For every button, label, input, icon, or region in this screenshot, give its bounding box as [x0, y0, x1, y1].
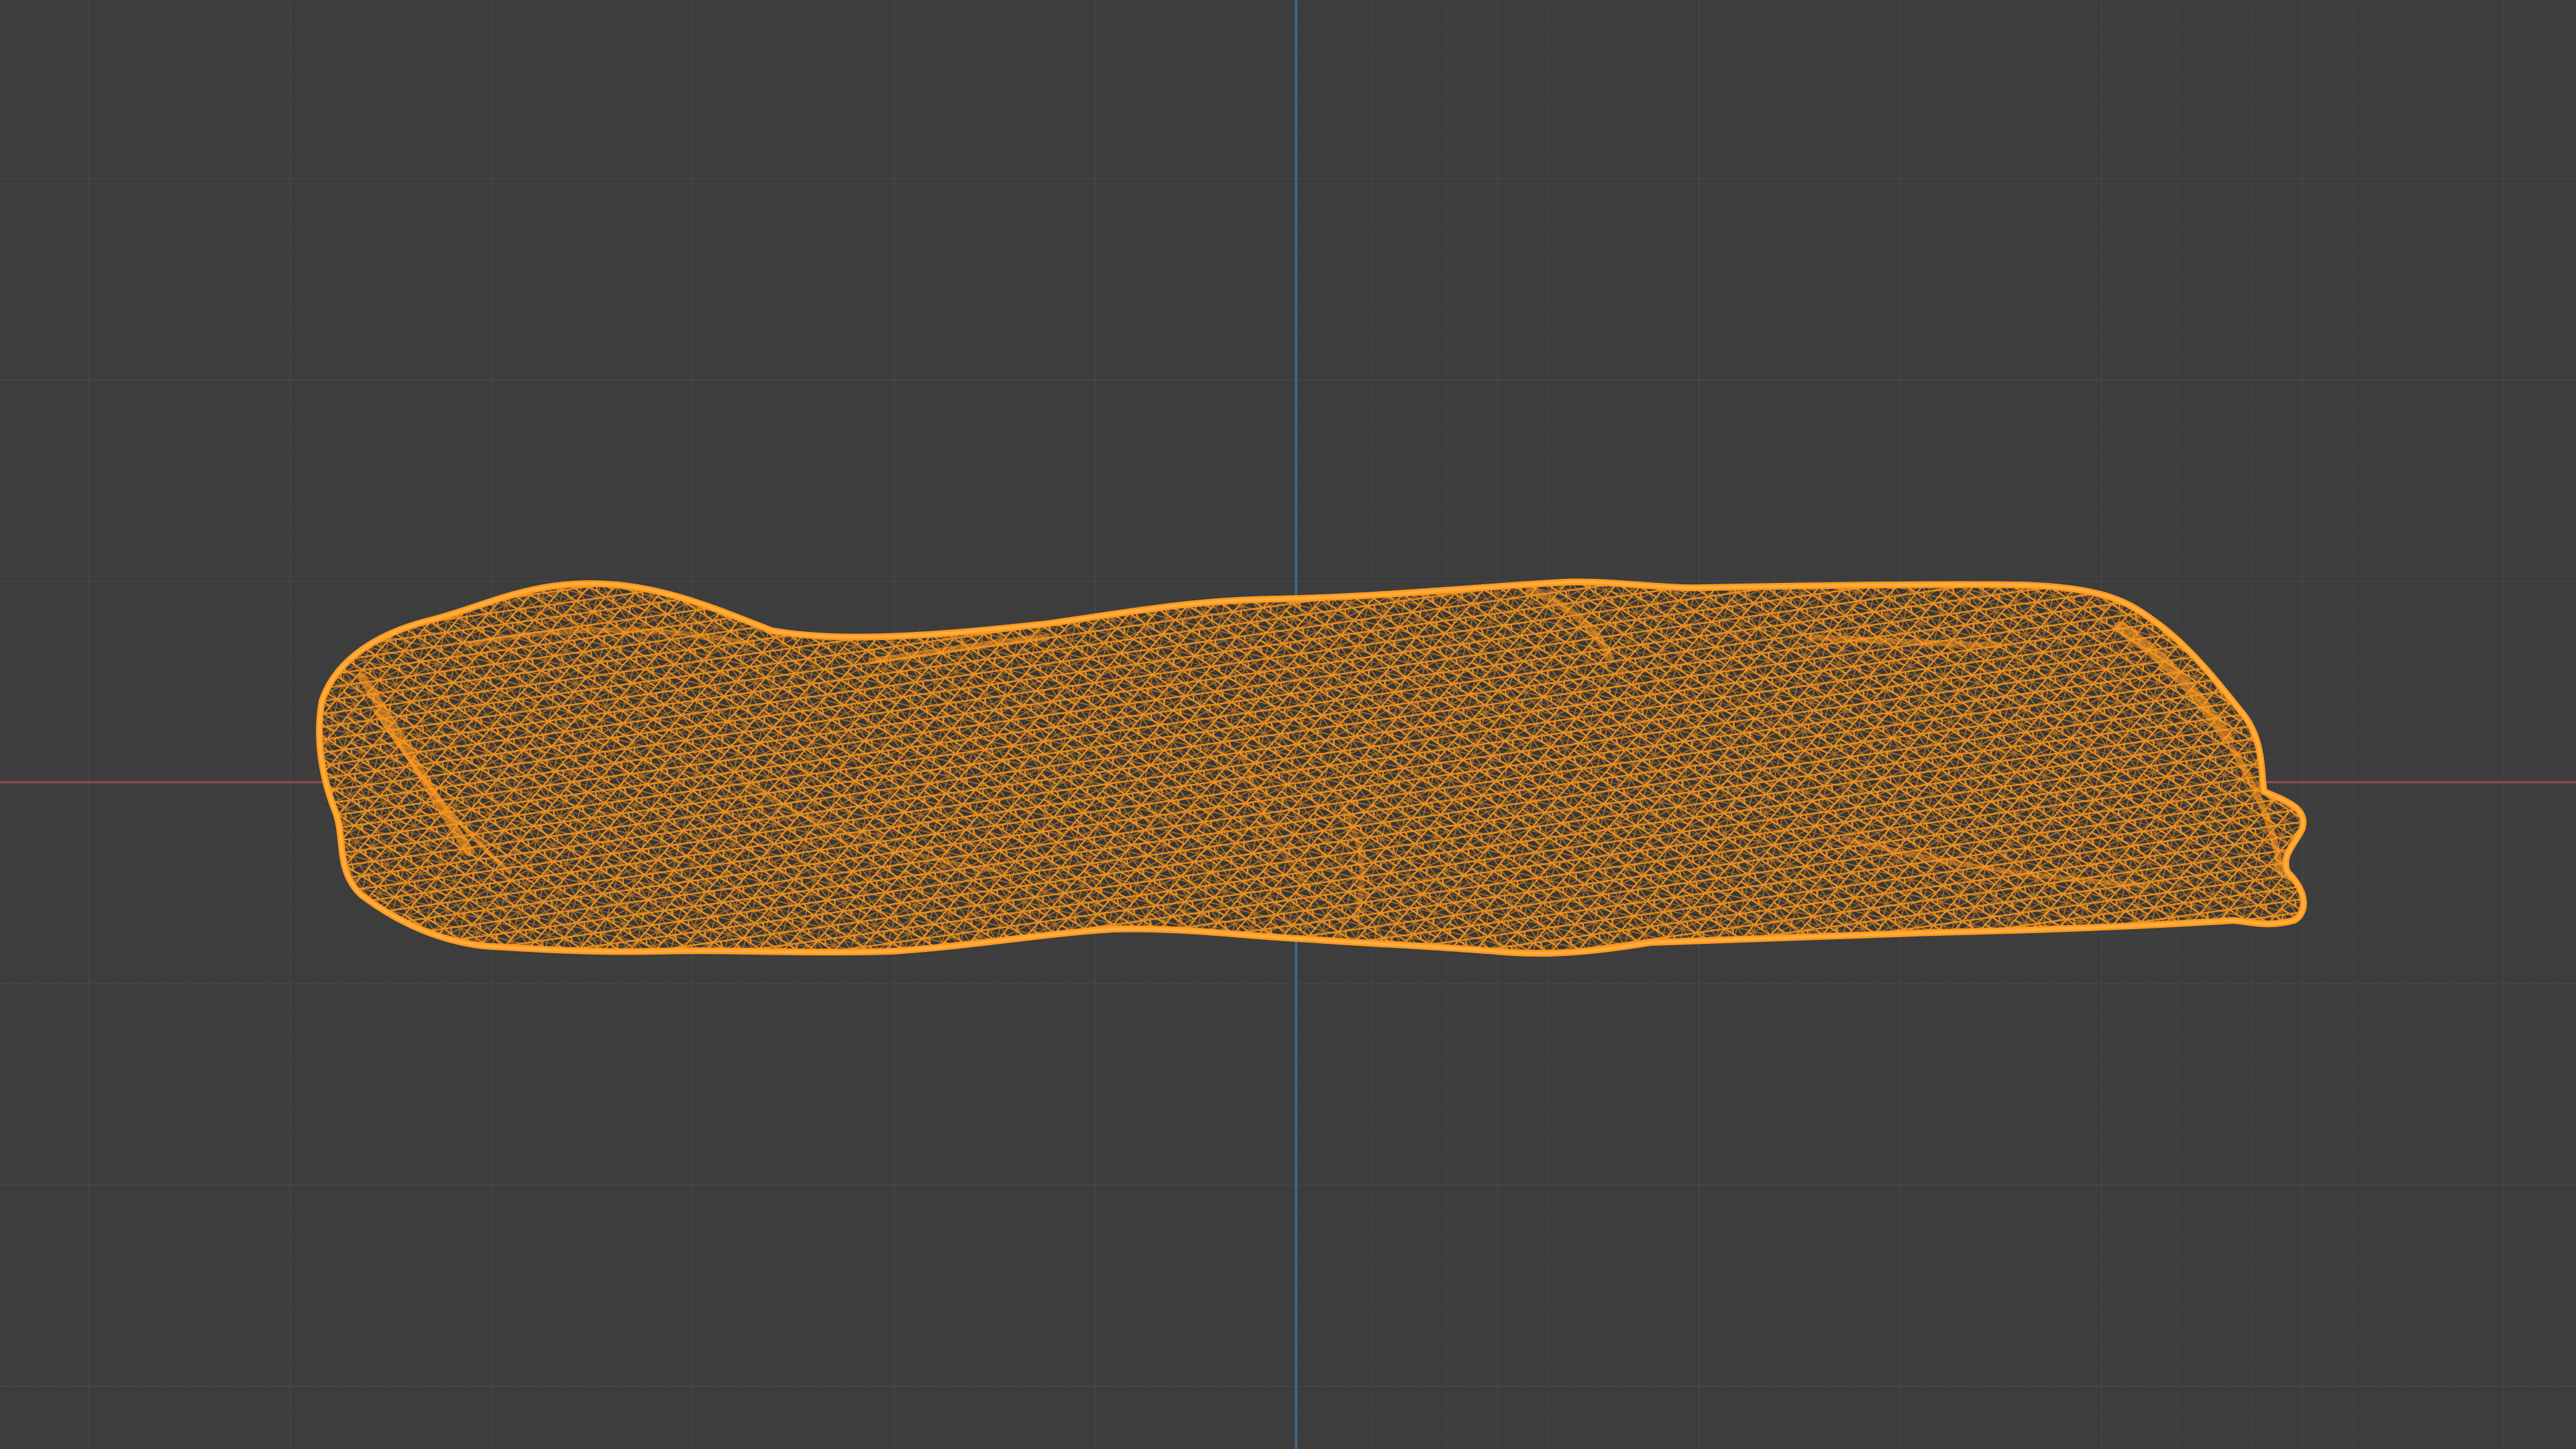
- 3d-viewport[interactable]: [0, 0, 2576, 1449]
- viewport-canvas[interactable]: [0, 0, 2576, 1449]
- mesh-object[interactable]: [295, 564, 2334, 979]
